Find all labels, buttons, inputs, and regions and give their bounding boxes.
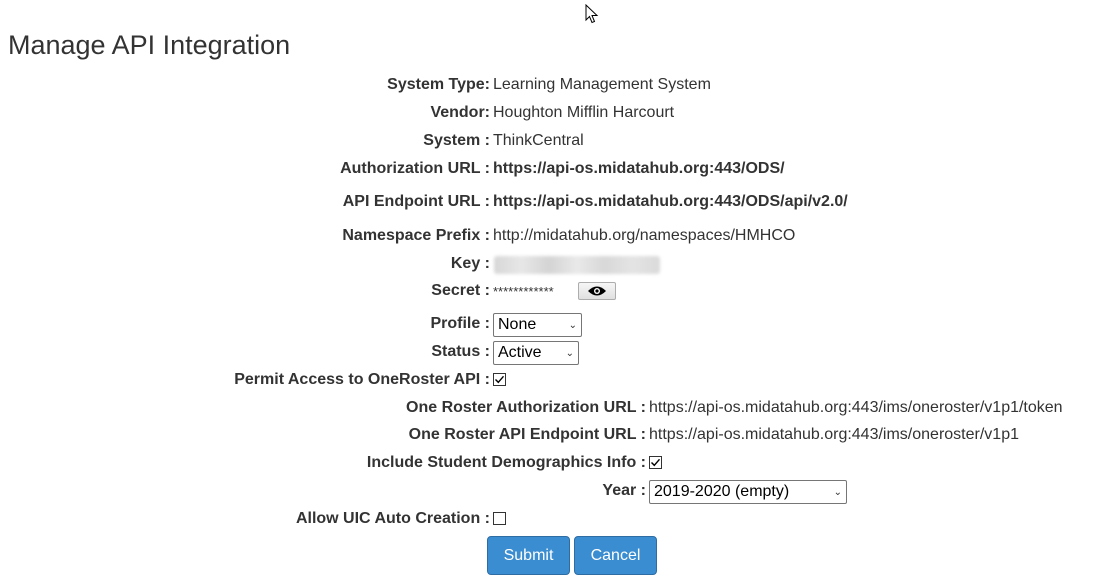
- key-label: Key :: [450, 255, 490, 272]
- api-endpoint-url-value: https://api-os.midatahub.org:443/ODS/api…: [493, 193, 848, 210]
- vendor-label: Vendor:: [430, 104, 490, 121]
- year-select[interactable]: 2019-2020 (empty) ⌄: [649, 480, 847, 504]
- oneroster-endpoint-url-value: https://api-os.midatahub.org:443/ims/one…: [649, 426, 1019, 443]
- permit-oneroster-checkbox[interactable]: [493, 373, 506, 386]
- profile-selected-value: None: [498, 316, 537, 333]
- include-demographics-checkbox[interactable]: [649, 456, 662, 469]
- namespace-prefix-value: http://midatahub.org/namespaces/HMHCO: [493, 227, 796, 244]
- system-value: ThinkCentral: [493, 132, 584, 149]
- profile-select[interactable]: None ⌄: [493, 313, 582, 337]
- show-secret-button[interactable]: [578, 282, 616, 300]
- authorization-url-label: Authorization URL :: [340, 160, 490, 177]
- permit-oneroster-label: Permit Access to OneRoster API :: [234, 371, 490, 388]
- cancel-button[interactable]: Cancel: [574, 536, 657, 575]
- key-value-redacted: [494, 256, 660, 274]
- allow-uic-checkbox[interactable]: [493, 512, 506, 525]
- api-endpoint-url-label: API Endpoint URL :: [342, 193, 490, 210]
- checkmark-icon: [495, 375, 505, 384]
- authorization-url-value: https://api-os.midatahub.org:443/ODS/: [493, 160, 785, 177]
- oneroster-auth-url-value: https://api-os.midatahub.org:443/ims/one…: [649, 399, 1063, 416]
- chevron-down-icon: ⌄: [565, 347, 574, 359]
- system-label: System :: [423, 132, 490, 149]
- namespace-prefix-label: Namespace Prefix :: [342, 227, 490, 244]
- include-demographics-label: Include Student Demographics Info :: [366, 454, 646, 471]
- status-selected-value: Active: [498, 344, 542, 361]
- chevron-down-icon: ⌄: [833, 486, 842, 498]
- mouse-pointer-icon: [585, 4, 599, 24]
- status-select[interactable]: Active ⌄: [493, 341, 579, 365]
- chevron-down-icon: ⌄: [568, 319, 577, 331]
- oneroster-endpoint-url-label: One Roster API Endpoint URL :: [408, 426, 646, 443]
- eye-icon: [588, 286, 606, 296]
- status-label: Status :: [431, 343, 490, 360]
- system-type-value: Learning Management System: [493, 76, 711, 93]
- checkmark-icon: [651, 458, 661, 467]
- secret-value: ************: [493, 284, 554, 299]
- system-type-label: System Type:: [387, 76, 490, 93]
- oneroster-auth-url-label: One Roster Authorization URL :: [406, 399, 646, 416]
- secret-label: Secret :: [431, 282, 490, 299]
- submit-button[interactable]: Submit: [487, 536, 570, 575]
- vendor-value: Houghton Mifflin Harcourt: [493, 104, 675, 121]
- profile-label: Profile :: [430, 315, 490, 332]
- allow-uic-label: Allow UIC Auto Creation :: [295, 510, 490, 527]
- page-title: Manage API Integration: [8, 30, 291, 60]
- year-label: Year :: [602, 482, 646, 499]
- year-selected-value: 2019-2020 (empty): [654, 483, 790, 500]
